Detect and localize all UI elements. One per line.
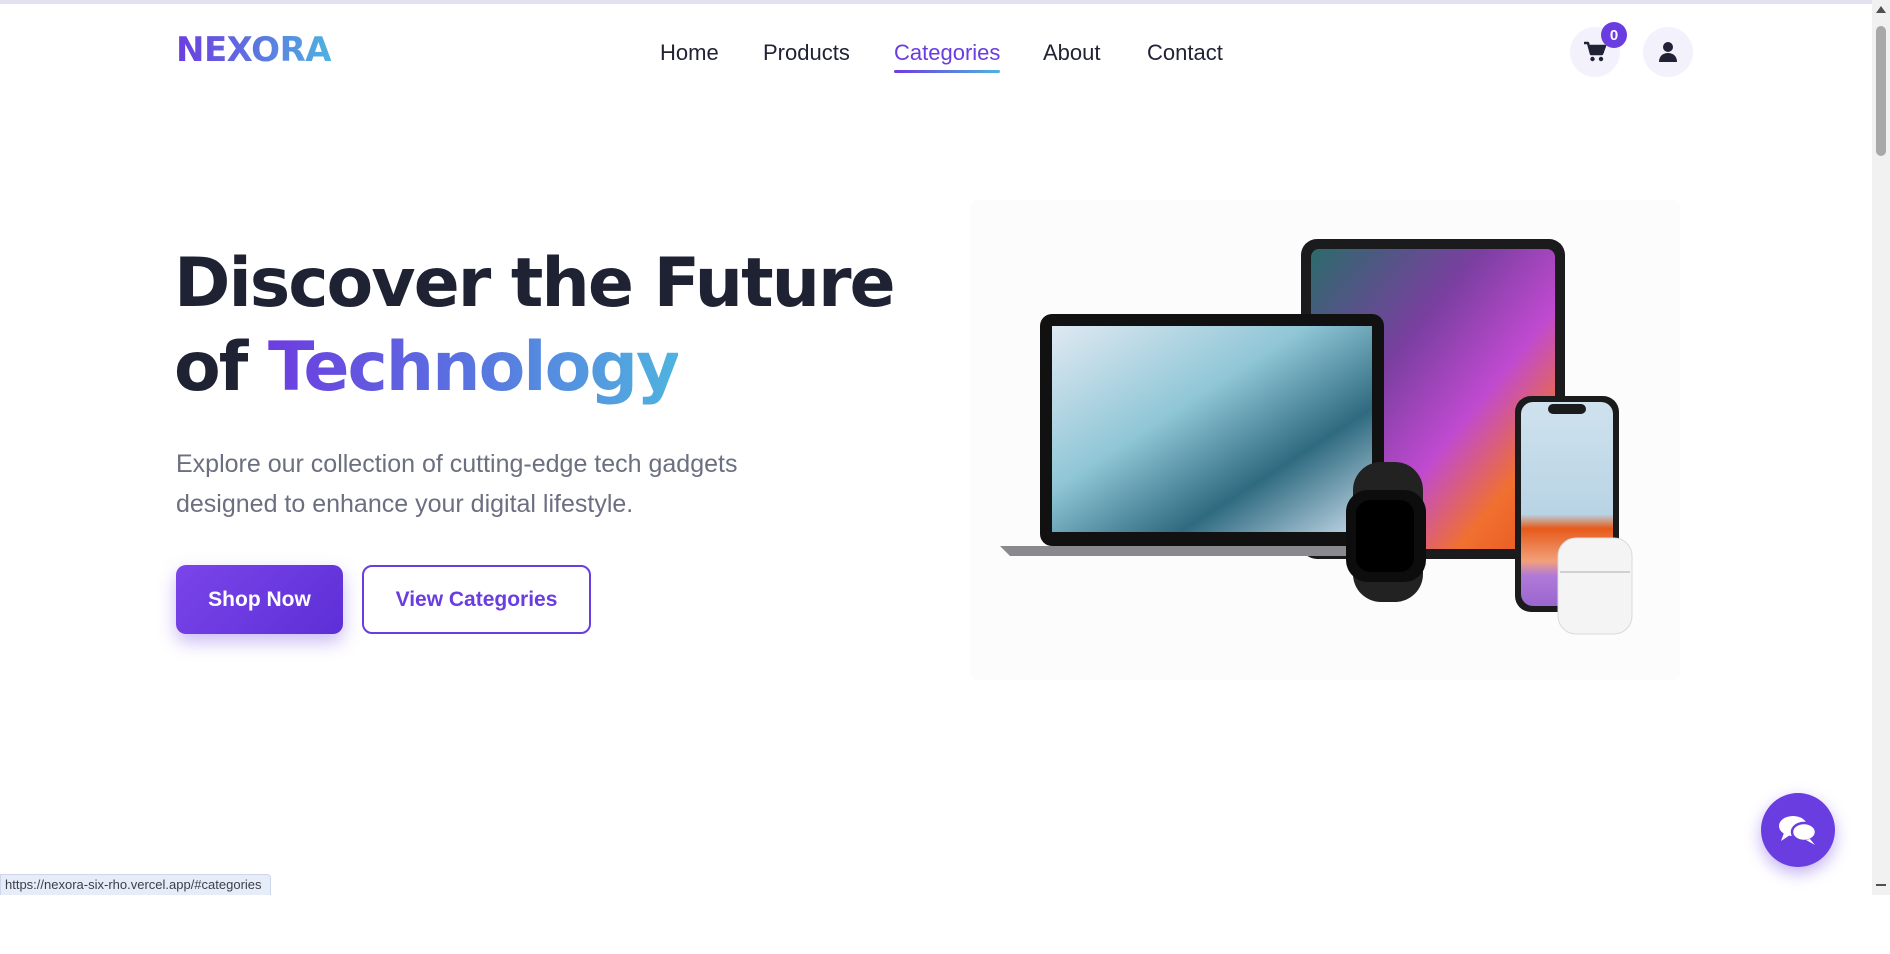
- scroll-thumb[interactable]: [1876, 26, 1886, 156]
- hero-title: Discover the Future of Technology: [174, 242, 896, 410]
- account-button[interactable]: [1643, 27, 1693, 77]
- nav-home[interactable]: Home: [660, 40, 719, 66]
- nav-products[interactable]: Products: [763, 40, 850, 66]
- nav-about[interactable]: About: [1043, 40, 1101, 66]
- hero-title-line2: of Technology: [174, 326, 894, 410]
- hero-title-highlight: Technology: [267, 328, 680, 407]
- hero-title-line1: Discover the Future: [174, 244, 896, 323]
- nav-contact[interactable]: Contact: [1147, 40, 1223, 66]
- chat-bubbles-icon: [1779, 816, 1818, 845]
- active-nav-underline: [894, 70, 1001, 73]
- user-icon: [1659, 42, 1677, 62]
- cart-count-badge: 0: [1601, 22, 1627, 48]
- browser-viewport: NEXORA Home Products Categories About Co…: [0, 0, 1890, 895]
- shop-now-button[interactable]: Shop Now: [176, 565, 343, 634]
- vertical-scrollbar[interactable]: [1872, 0, 1890, 895]
- nav-categories[interactable]: Categories: [894, 40, 1001, 73]
- link-status-url: https://nexora-six-rho.vercel.app/#categ…: [0, 874, 271, 895]
- devices-illustration: [1000, 239, 1633, 635]
- hero-description: Explore our collection of cutting-edge t…: [176, 450, 738, 518]
- brand-logo[interactable]: NEXORA: [176, 30, 332, 70]
- nav-categories-label: Categories: [894, 40, 1001, 65]
- chat-button[interactable]: [1761, 793, 1835, 867]
- scroll-down-arrow[interactable]: [1876, 884, 1886, 886]
- view-categories-button[interactable]: View Categories: [362, 565, 591, 634]
- scroll-up-arrow[interactable]: [1876, 6, 1886, 13]
- hero-title-prefix: of: [174, 328, 268, 407]
- hero-product-image: [970, 200, 1680, 680]
- cart-icon: [1584, 41, 1607, 62]
- top-divider: [0, 0, 1872, 4]
